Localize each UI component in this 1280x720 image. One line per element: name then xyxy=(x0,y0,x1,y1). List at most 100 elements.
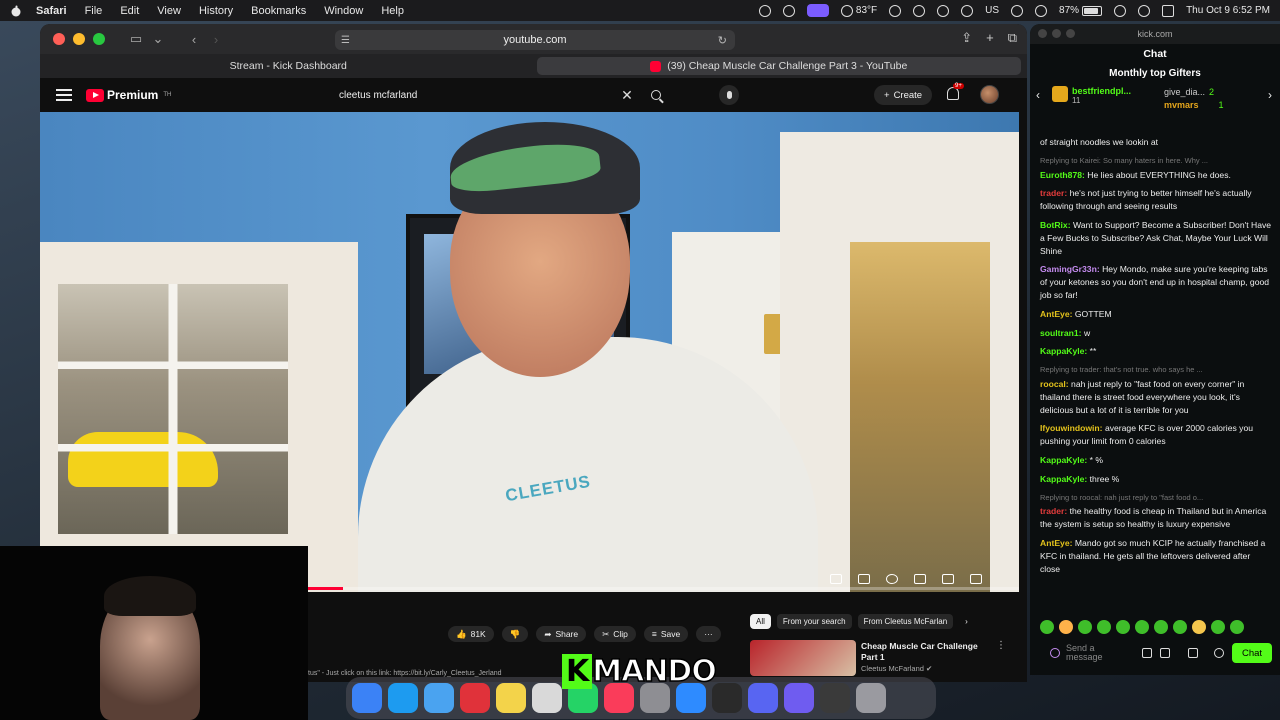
control-center-icon[interactable] xyxy=(1162,4,1175,17)
moon-icon[interactable] xyxy=(961,4,974,17)
forward-button[interactable]: › xyxy=(205,30,227,48)
wifi-icon[interactable] xyxy=(1035,4,1048,17)
reply-context[interactable]: Replying to roocal: nah just reply to "f… xyxy=(1040,492,1272,505)
menu-edit[interactable]: Edit xyxy=(120,5,139,17)
create-button[interactable]: + Create xyxy=(874,85,933,105)
menu-help[interactable]: Help xyxy=(381,5,404,17)
chip-all[interactable]: All xyxy=(750,614,771,629)
share-icon[interactable]: ⇪ xyxy=(961,30,972,46)
reload-icon[interactable]: ↻ xyxy=(718,34,727,47)
chat-settings-gear-icon[interactable] xyxy=(1214,648,1224,658)
tab-kick-dashboard[interactable]: Stream - Kick Dashboard xyxy=(46,57,531,75)
obs-icon[interactable] xyxy=(712,683,742,713)
chat-username[interactable]: AntEye: xyxy=(1040,538,1072,548)
search-icon[interactable] xyxy=(1114,4,1127,17)
tab-youtube-video[interactable]: (39) Cheap Muscle Car Challenge Part 3 -… xyxy=(536,57,1021,75)
clock-icon[interactable] xyxy=(1011,4,1024,17)
headphones-icon[interactable] xyxy=(889,4,902,17)
send-chat-button[interactable]: Chat xyxy=(1232,643,1272,663)
menu-bookmarks[interactable]: Bookmarks xyxy=(251,5,306,17)
sidebar-icon[interactable]: ▭ xyxy=(125,30,147,48)
apple-icon[interactable] xyxy=(10,5,22,17)
more-actions-button[interactable]: ··· xyxy=(696,626,721,642)
recommended-channel[interactable]: Cleetus McFarland ✔ xyxy=(861,664,932,673)
play-icon[interactable] xyxy=(913,4,926,17)
search-button[interactable] xyxy=(642,84,670,106)
address-bar[interactable]: ☰ youtube.com ↻ xyxy=(335,30,735,50)
chevron-left-icon[interactable]: ‹ xyxy=(1036,88,1040,102)
gift-icon[interactable] xyxy=(1188,648,1198,658)
theater-mode-icon[interactable] xyxy=(914,574,926,584)
menubar-datetime[interactable]: Thu Oct 9 6:52 PM xyxy=(1186,5,1270,16)
tab-overview-icon[interactable]: ⧉ xyxy=(1008,30,1017,46)
settings-gear-icon[interactable] xyxy=(886,574,898,584)
discord-icon[interactable] xyxy=(748,683,778,713)
battery-status[interactable]: 87% xyxy=(1059,5,1103,16)
emote-icon[interactable] xyxy=(1230,620,1244,634)
menu-app-safari[interactable]: Safari xyxy=(36,5,67,17)
captions-icon[interactable] xyxy=(858,574,870,584)
reply-context[interactable]: Replying to Kairei: So many haters in he… xyxy=(1040,155,1272,168)
bluetooth-icon[interactable] xyxy=(937,4,950,17)
minimize-window-button[interactable] xyxy=(73,33,85,45)
notes-icon[interactable] xyxy=(496,683,526,713)
emote-icon[interactable] xyxy=(1135,620,1149,634)
emote-icon[interactable] xyxy=(1059,620,1073,634)
menu-file[interactable]: File xyxy=(85,5,103,17)
youtube-logo[interactable]: Premium TH xyxy=(86,88,171,102)
trash-icon[interactable] xyxy=(856,683,886,713)
chevron-right-icon[interactable]: › xyxy=(1268,88,1272,102)
chatgpt-icon[interactable] xyxy=(820,683,850,713)
chevron-down-icon[interactable]: ⌄ xyxy=(147,30,169,48)
recommended-thumbnail[interactable] xyxy=(750,640,856,676)
proton-mail-icon[interactable] xyxy=(784,683,814,713)
stage-manager-icon[interactable] xyxy=(806,4,829,17)
user-badge-icon[interactable] xyxy=(1050,648,1060,658)
emote-icon[interactable] xyxy=(1078,620,1092,634)
chat-username[interactable]: KappaKyle: xyxy=(1040,474,1087,484)
display-icon[interactable] xyxy=(782,4,795,17)
screen-record-icon[interactable] xyxy=(758,4,771,17)
dislike-button[interactable]: 👎 xyxy=(501,626,529,642)
weather-status[interactable]: 83°F xyxy=(840,4,877,17)
emote-icon[interactable] xyxy=(1116,620,1130,634)
new-tab-icon[interactable]: + xyxy=(986,30,994,46)
chat-username[interactable]: trader: xyxy=(1040,506,1067,516)
menu-view[interactable]: View xyxy=(157,5,181,17)
search-box[interactable]: cleetus mcfarland ✕ xyxy=(330,84,670,106)
voice-search-button[interactable] xyxy=(719,85,739,105)
more-options-icon[interactable]: ⋮ xyxy=(996,640,1006,651)
chevron-right-icon[interactable]: › xyxy=(959,614,974,629)
menu-history[interactable]: History xyxy=(199,5,233,17)
close-window-button[interactable] xyxy=(53,33,65,45)
gifter-1[interactable]: bestfriendpl... 11 xyxy=(1052,86,1131,105)
emote-icon[interactable] xyxy=(1154,620,1168,634)
back-button[interactable]: ‹ xyxy=(183,30,205,48)
emote-picker-icon[interactable] xyxy=(1142,648,1152,658)
like-button[interactable]: 👍 81K xyxy=(448,626,494,642)
menu-icon[interactable] xyxy=(56,86,72,104)
chat-username[interactable]: BotRix: xyxy=(1040,220,1071,230)
account-avatar[interactable] xyxy=(980,85,999,104)
keyboard-input[interactable]: US xyxy=(985,5,999,16)
chip-from-channel[interactable]: From Cleetus McFarlan xyxy=(857,614,954,629)
reply-context[interactable]: Replying to trader: that's not true. who… xyxy=(1040,364,1272,377)
chat-username[interactable]: trader: xyxy=(1040,188,1067,198)
fullscreen-icon[interactable] xyxy=(970,574,982,584)
video-player[interactable]: CLEETUS xyxy=(40,112,1019,592)
chat-username[interactable]: roocal: xyxy=(1040,379,1069,389)
safari-icon[interactable] xyxy=(388,683,418,713)
close-window-button[interactable] xyxy=(1038,29,1047,38)
emote-icon[interactable] xyxy=(1211,620,1225,634)
clear-search-icon[interactable]: ✕ xyxy=(612,87,642,104)
emote-icon[interactable] xyxy=(1040,620,1054,634)
gifters-2-3[interactable]: give_dia... 2 mvmars 1 xyxy=(1164,86,1224,112)
mail-icon[interactable] xyxy=(424,683,454,713)
search-input[interactable]: cleetus mcfarland xyxy=(330,90,612,101)
link-icon[interactable] xyxy=(1160,648,1170,658)
page-settings-icon[interactable]: ☰ xyxy=(341,35,350,46)
chat-username[interactable]: soultran1: xyxy=(1040,328,1082,338)
emote-icon[interactable] xyxy=(1192,620,1206,634)
chat-username[interactable]: Ifyouwindowin: xyxy=(1040,423,1103,433)
siri-icon[interactable] xyxy=(1138,4,1151,17)
